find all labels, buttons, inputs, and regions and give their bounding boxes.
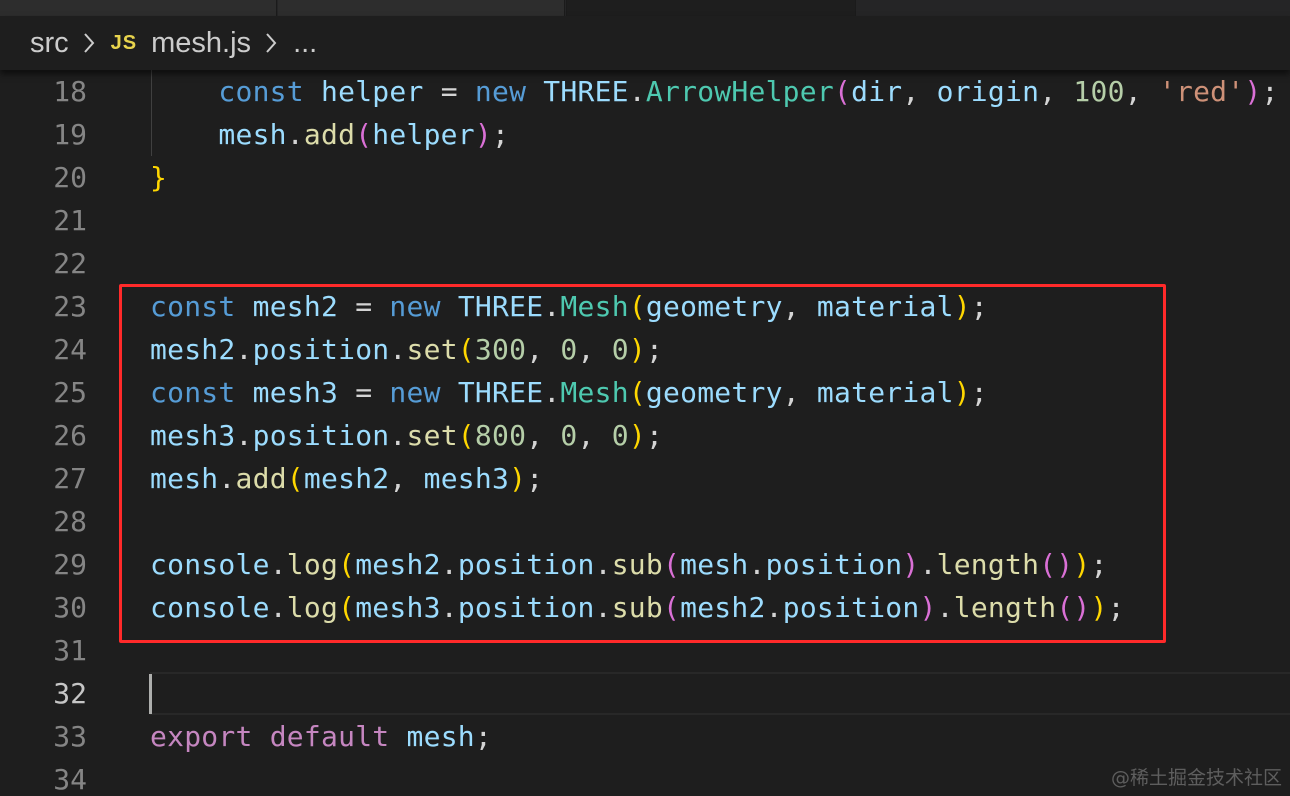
breadcrumb-symbols-ellipsis[interactable]: ... [293,27,317,60]
line-number: 26 [53,418,87,452]
line-number: 20 [53,160,87,194]
code-token: ) [474,117,492,151]
line-number: 30 [53,590,87,624]
line-number: 18 [53,74,87,108]
code-line[interactable]: 18 const helper = new THREE.ArrowHelper(… [0,70,1290,113]
line-number: 34 [53,762,87,796]
code-token: , [902,74,937,108]
code-token: default [269,719,390,753]
code-line[interactable]: 33 export default mesh; [0,715,1290,758]
line-number: 23 [53,289,87,323]
line-number: 22 [53,246,87,280]
watermark: @稀土掘金技术社区 [1110,767,1282,789]
line-code: mesh.add(helper); [150,113,509,156]
code-editor[interactable]: 18 const helper = new THREE.ArrowHelper(… [0,70,1290,796]
code-line[interactable]: 34 [0,758,1290,796]
code-token: THREE [543,74,629,108]
code-token: ; [474,719,492,753]
line-number: 33 [53,719,87,753]
code-token: ( [833,74,852,108]
breadcrumb: src JS mesh.js ... [0,16,1290,70]
annotation-highlight-box [119,284,1166,643]
line-number: 19 [53,117,87,151]
editor-tab-empty-area [856,0,1290,16]
code-token: 'red' [1158,74,1245,108]
line-number: 28 [53,504,87,538]
editor-tab[interactable] [278,0,565,16]
code-line[interactable]: 22 [0,242,1290,285]
line-code: const helper = new THREE.ArrowHelper(dir… [150,70,1279,113]
code-token: mesh [406,719,475,753]
code-token: helper [321,74,424,108]
javascript-file-icon: JS [110,31,138,54]
code-token: , [1124,74,1159,108]
code-token: helper [372,117,475,151]
code-token: const [218,74,304,108]
line-code: export default mesh; [150,715,492,758]
breadcrumb-folder-src[interactable]: src [30,27,69,60]
editor-tab-active[interactable] [566,0,856,16]
editor-tab[interactable] [0,0,277,16]
text-cursor [149,674,152,714]
line-number: 29 [53,547,87,581]
code-token: origin [936,74,1040,108]
breadcrumb-file-mesh-js[interactable]: mesh.js [151,27,251,60]
code-line[interactable]: 21 [0,199,1290,242]
line-number: 25 [53,375,87,409]
code-line[interactable]: 19 mesh.add(helper); [0,113,1290,156]
code-token: 100 [1073,74,1125,108]
code-token: mesh [218,117,287,151]
editor-tab-strip [0,0,1290,16]
chevron-right-icon [83,32,95,54]
code-token: new [474,74,527,108]
line-number: 21 [53,203,87,237]
code-token: export [150,719,253,753]
line-number: 32 [53,676,87,710]
code-token: ; [492,117,510,151]
line-number: 31 [53,633,87,667]
code-line[interactable]: 32 [0,672,1290,715]
code-token: ; [1261,74,1279,108]
line-number: 24 [53,332,87,366]
code-line[interactable]: 20} [0,156,1290,199]
code-token: . [628,74,646,108]
code-token: ArrowHelper [645,74,834,108]
code-token: , [1039,74,1074,108]
code-token: dir [851,74,903,108]
code-token: ) [1244,74,1262,108]
line-number: 27 [53,461,87,495]
code-token: . [286,117,304,151]
chevron-right-icon [265,32,277,54]
code-token: add [303,117,356,151]
code-token: } [150,160,168,194]
line-code: } [150,156,167,199]
code-token: = [423,74,475,108]
code-token: ( [355,117,373,151]
